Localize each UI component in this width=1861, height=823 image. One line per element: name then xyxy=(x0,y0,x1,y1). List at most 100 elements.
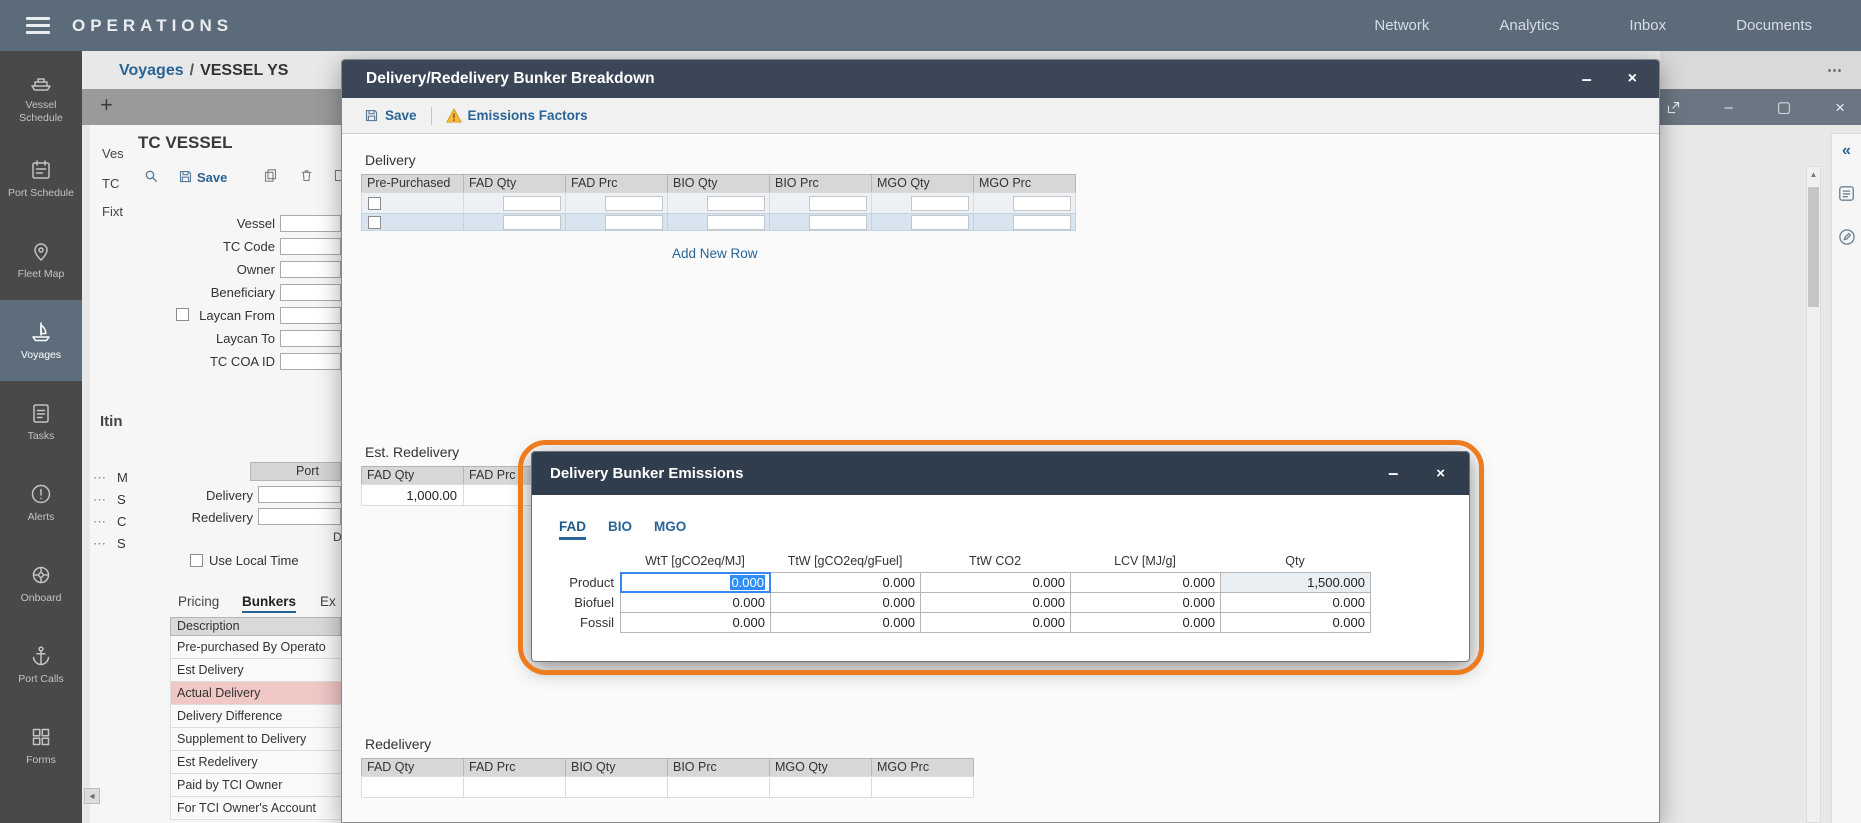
column-header[interactable]: FAD Qty xyxy=(361,466,464,485)
tc-coa-id-input[interactable] xyxy=(280,353,341,370)
tab-pricing[interactable]: Pricing xyxy=(178,594,219,609)
sidebar-item-port-calls[interactable]: Port Calls xyxy=(0,624,82,705)
close-icon[interactable]: × xyxy=(1835,99,1845,116)
overflow-menu-icon[interactable]: ⋯ xyxy=(1827,61,1843,79)
redelivery-cell[interactable] xyxy=(871,776,974,798)
column-header[interactable]: MGO Qty xyxy=(769,758,872,777)
column-header[interactable]: FAD Prc xyxy=(463,758,566,777)
breadcrumb-voyages-link[interactable]: Voyages xyxy=(119,62,184,79)
save-icon[interactable] xyxy=(178,169,193,184)
save-button[interactable]: Save xyxy=(197,170,227,185)
emissions-factors-button[interactable]: Emissions Factors xyxy=(446,108,588,123)
bio-qty-input[interactable] xyxy=(707,196,765,211)
owner-input[interactable] xyxy=(280,261,341,278)
delivery-port-input[interactable] xyxy=(258,486,341,503)
ttw-fuel-input[interactable]: 0.000 xyxy=(770,592,921,613)
tab-mgo[interactable]: MGO xyxy=(654,519,686,540)
itinerary-row[interactable]: ⋯C xyxy=(93,512,126,532)
scrollbar-thumb[interactable] xyxy=(1808,187,1819,307)
dialog-titlebar[interactable]: Delivery Bunker Emissions – × xyxy=(532,452,1469,495)
ttw-fuel-input[interactable]: 0.000 xyxy=(770,612,921,633)
tc-code-input[interactable] xyxy=(280,238,341,255)
ttw-co2-input[interactable]: 0.000 xyxy=(920,612,1071,633)
nav-inbox[interactable]: Inbox xyxy=(1594,17,1701,34)
vessel-input[interactable] xyxy=(280,215,341,232)
fad-qty-input[interactable] xyxy=(503,196,561,211)
sidebar-item-voyages[interactable]: Voyages xyxy=(0,300,82,381)
trash-icon[interactable] xyxy=(299,168,314,183)
mgo-qty-input[interactable] xyxy=(911,196,969,211)
search-icon[interactable] xyxy=(143,168,159,184)
sidebar-item-port-schedule[interactable]: Port Schedule xyxy=(0,138,82,219)
sidebar-item-alerts[interactable]: Alerts xyxy=(0,462,82,543)
row-handle-icon[interactable]: ⋯ xyxy=(93,470,107,485)
column-header[interactable]: BIO Prc xyxy=(667,758,770,777)
itinerary-row[interactable]: ⋯S xyxy=(93,534,126,554)
sidebar-item-fleet-map[interactable]: Fleet Map xyxy=(0,219,82,300)
column-header[interactable]: MGO Prc xyxy=(973,174,1076,193)
redelivery-cell[interactable] xyxy=(769,776,872,798)
column-header[interactable]: BIO Qty xyxy=(565,758,668,777)
vertical-scrollbar[interactable]: ▲ xyxy=(1806,166,1821,823)
use-local-time-checkbox[interactable] xyxy=(190,554,203,567)
itinerary-row[interactable]: ⋯S xyxy=(93,490,126,510)
mgo-qty-input[interactable] xyxy=(911,215,969,230)
sidebar-item-vessel-schedule[interactable]: Vessel Schedule xyxy=(0,57,82,138)
redelivery-cell[interactable] xyxy=(565,776,668,798)
lcv-input[interactable]: 0.000 xyxy=(1070,612,1221,633)
grid-row-paid-by-tci-owner[interactable]: Paid by TCI Owner xyxy=(170,774,341,797)
grid-row-delivery-difference[interactable]: Delivery Difference xyxy=(170,705,341,728)
redelivery-cell[interactable] xyxy=(667,776,770,798)
ttw-co2-input[interactable]: 0.000 xyxy=(920,572,1071,593)
minimize-icon[interactable]: – xyxy=(1725,100,1733,115)
bio-prc-input[interactable] xyxy=(809,215,867,230)
tab-fad[interactable]: FAD xyxy=(559,519,586,540)
row-handle-icon[interactable]: ⋯ xyxy=(93,514,107,529)
lcv-input[interactable]: 0.000 xyxy=(1070,572,1221,593)
wtt-input[interactable]: 0.000 xyxy=(620,592,771,613)
fad-prc-input[interactable] xyxy=(605,215,663,230)
beneficiary-input[interactable] xyxy=(280,284,341,301)
laycan-from-input[interactable] xyxy=(280,307,341,324)
sidebar-item-tasks[interactable]: Tasks xyxy=(0,381,82,462)
redelivery-row[interactable] xyxy=(361,776,974,798)
fad-prc-input[interactable] xyxy=(605,196,663,211)
grid-row-est-delivery[interactable]: Est Delivery xyxy=(170,659,341,682)
more-tool-icon[interactable] xyxy=(333,168,341,183)
sidebar-item-partial[interactable] xyxy=(0,800,82,823)
tab-exposure[interactable]: Ex xyxy=(320,594,336,609)
bio-prc-input[interactable] xyxy=(809,196,867,211)
hamburger-menu-icon[interactable] xyxy=(26,17,50,34)
row-handle-icon[interactable]: ⋯ xyxy=(93,492,107,507)
add-tab-button[interactable]: + xyxy=(100,92,113,118)
row-checkbox[interactable] xyxy=(368,197,381,210)
wtt-input[interactable]: 0.000 xyxy=(620,612,771,633)
minimize-icon[interactable]: – xyxy=(1582,69,1592,90)
column-header[interactable]: MGO Qty xyxy=(871,174,974,193)
close-icon[interactable]: × xyxy=(1436,465,1445,482)
edit-pencil-icon[interactable] xyxy=(1837,227,1857,247)
grid-row-supplement-to-delivery[interactable]: Supplement to Delivery xyxy=(170,728,341,751)
delivery-table-row-selected[interactable] xyxy=(361,213,1076,231)
modal-titlebar[interactable]: Delivery/Redelivery Bunker Breakdown – × xyxy=(342,60,1659,98)
delivery-table-row[interactable] xyxy=(361,192,1076,214)
ttw-co2-input[interactable]: 0.000 xyxy=(920,592,1071,613)
column-header[interactable]: BIO Prc xyxy=(769,174,872,193)
redelivery-cell[interactable] xyxy=(361,776,464,798)
nav-analytics[interactable]: Analytics xyxy=(1464,17,1594,34)
close-icon[interactable]: × xyxy=(1628,70,1637,88)
grid-row-for-tci-owners-account[interactable]: For TCI Owner's Account xyxy=(170,797,341,820)
redelivery-port-input[interactable] xyxy=(258,508,341,525)
column-header[interactable]: FAD Prc xyxy=(565,174,668,193)
horizontal-scroll-left-arrow[interactable]: ◂ xyxy=(84,788,100,804)
column-header[interactable]: FAD Qty xyxy=(463,174,566,193)
mgo-prc-input[interactable] xyxy=(1013,196,1071,211)
tab-bunkers[interactable]: Bunkers xyxy=(242,594,296,613)
row-handle-icon[interactable]: ⋯ xyxy=(93,536,107,551)
save-button[interactable]: Save xyxy=(364,108,417,123)
add-new-row-link[interactable]: Add New Row xyxy=(672,246,758,261)
itinerary-row[interactable]: ⋯M xyxy=(93,468,128,488)
maximize-icon[interactable]: ▢ xyxy=(1777,100,1791,115)
tab-bio[interactable]: BIO xyxy=(608,519,632,540)
column-header[interactable]: FAD Qty xyxy=(361,758,464,777)
